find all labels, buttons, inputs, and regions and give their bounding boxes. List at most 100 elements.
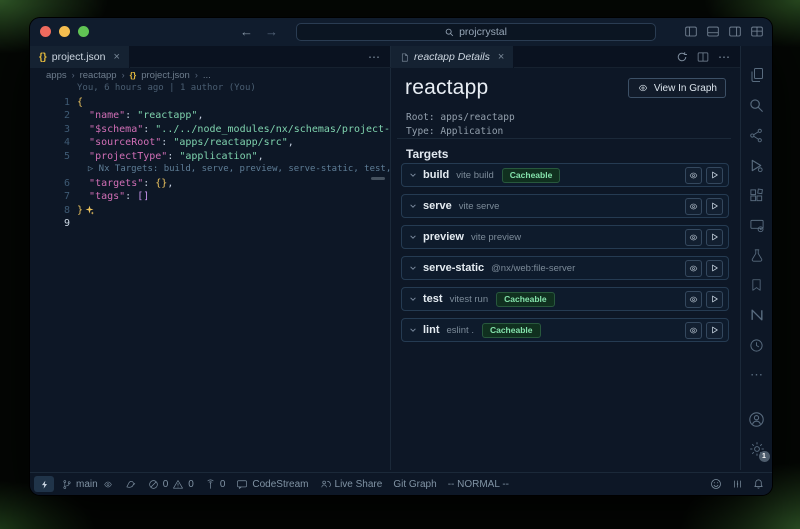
code-line[interactable]: 9: [30, 217, 390, 231]
chevron-down-icon[interactable]: [409, 264, 417, 272]
bookmarks-icon[interactable]: [741, 270, 773, 300]
vim-mode-indicator[interactable]: -- NORMAL --: [448, 479, 509, 490]
chevron-down-icon[interactable]: [409, 171, 417, 179]
codestream-status[interactable]: CodeStream: [236, 479, 308, 490]
maximize-window-button[interactable]: [78, 26, 89, 37]
target-row[interactable]: preview vite preview: [401, 225, 729, 249]
target-row[interactable]: serve-static @nx/web:file-server: [401, 256, 729, 280]
view-target-button[interactable]: [685, 322, 702, 339]
code-line-content: "tags": []: [70, 190, 149, 204]
breadcrumb-item[interactable]: project.json: [141, 70, 190, 81]
view-target-button[interactable]: [685, 260, 702, 277]
view-target-button[interactable]: [685, 229, 702, 246]
tab-project-json[interactable]: {} project.json ×: [30, 46, 130, 68]
nav-forward-icon[interactable]: →: [265, 24, 278, 39]
code-editor[interactable]: You, 6 hours ago | 1 author (You)1{2 "na…: [30, 82, 390, 470]
view-target-button[interactable]: [685, 167, 702, 184]
run-target-button[interactable]: [706, 322, 723, 339]
toggle-panel-icon[interactable]: [706, 25, 720, 38]
more-actions-icon[interactable]: ⋯: [718, 50, 730, 64]
ai-sparkle-icon[interactable]: [83, 205, 94, 216]
run-target-button[interactable]: [706, 260, 723, 277]
code-line[interactable]: 3 "$schema": "../../node_modules/nx/sche…: [30, 123, 390, 137]
remote-indicator[interactable]: [34, 476, 54, 492]
json-file-icon: {}: [130, 70, 137, 80]
source-control-icon[interactable]: [741, 120, 773, 150]
breadcrumb-item[interactable]: apps: [46, 70, 67, 81]
code-line[interactable]: 7 "tags": []: [30, 190, 390, 204]
live-share-status[interactable]: Live Share: [320, 479, 383, 490]
more-views-icon[interactable]: ⋯: [741, 360, 773, 390]
toggle-secondary-sidebar-icon[interactable]: [728, 25, 742, 38]
run-target-button[interactable]: [706, 229, 723, 246]
code-line[interactable]: 4 "sourceRoot": "apps/reactapp/src",: [30, 136, 390, 150]
target-row[interactable]: serve vite serve: [401, 194, 729, 218]
view-target-button[interactable]: [685, 198, 702, 215]
toggle-sidebar-icon[interactable]: [684, 25, 698, 38]
code-line[interactable]: 5 "projectType": "application",: [30, 150, 390, 164]
bird-status-icon[interactable]: [125, 479, 137, 490]
breadcrumb-item[interactable]: reactapp: [80, 70, 117, 81]
chevron-down-icon[interactable]: [409, 233, 417, 241]
remote-explorer-icon[interactable]: [741, 210, 773, 240]
run-debug-icon[interactable]: [741, 150, 773, 180]
eye-icon: [688, 233, 699, 242]
eye-icon: [688, 171, 699, 180]
close-tab-icon[interactable]: ×: [114, 51, 120, 63]
blame-line[interactable]: You, 6 hours ago | 1 author (You): [30, 82, 390, 96]
view-in-graph-button[interactable]: View In Graph: [628, 78, 726, 98]
live-share-label: Live Share: [335, 479, 383, 490]
command-center-search[interactable]: projcrystal: [296, 23, 656, 41]
view-target-button[interactable]: [685, 291, 702, 308]
tab-reactapp-details[interactable]: reactapp Details ×: [391, 46, 514, 68]
eye-icon: [102, 480, 114, 489]
settings-gear-icon[interactable]: 1: [741, 434, 773, 464]
target-row[interactable]: build vite build Cacheable: [401, 163, 729, 187]
tab-bar: {} project.json × ⋯ reactapp Details × ⋯: [30, 46, 772, 68]
target-row[interactable]: test vitest run Cacheable: [401, 287, 729, 311]
code-line[interactable]: 8}: [30, 204, 390, 218]
status-bars-icon[interactable]: [732, 478, 743, 490]
ports-status[interactable]: 0: [205, 479, 226, 490]
testing-flask-icon[interactable]: [741, 240, 773, 270]
minimize-window-button[interactable]: [59, 26, 70, 37]
nx-console-icon[interactable]: [741, 300, 773, 330]
run-target-button[interactable]: [706, 291, 723, 308]
extensions-icon[interactable]: [741, 180, 773, 210]
run-target-button[interactable]: [706, 167, 723, 184]
line-number: 3: [30, 123, 70, 137]
code-line[interactable]: 6 "targets": {},: [30, 177, 390, 191]
more-actions-icon[interactable]: ⋯: [368, 50, 380, 64]
customize-layout-icon[interactable]: [750, 25, 764, 38]
account-icon[interactable]: [741, 404, 773, 434]
close-window-button[interactable]: [40, 26, 51, 37]
chevron-down-icon[interactable]: [409, 202, 417, 210]
run-target-button[interactable]: [706, 198, 723, 215]
history-clock-icon[interactable]: [741, 330, 773, 360]
code-line[interactable]: 2 "name": "reactapp",: [30, 109, 390, 123]
chevron-down-icon[interactable]: [409, 295, 417, 303]
feedback-smiley-icon[interactable]: [710, 478, 722, 490]
chevron-down-icon[interactable]: [409, 326, 417, 334]
git-branch-status[interactable]: main: [62, 479, 114, 490]
problems-status[interactable]: 0 0: [148, 479, 194, 490]
refresh-icon[interactable]: [676, 51, 688, 63]
split-editor-icon[interactable]: [697, 51, 709, 63]
search-icon[interactable]: [741, 90, 773, 120]
git-graph-status[interactable]: Git Graph: [393, 479, 436, 490]
radio-tower-icon: [205, 479, 216, 490]
lens-line[interactable]: ▷ Nx Targets: build, serve, preview, ser…: [30, 163, 390, 177]
close-tab-icon[interactable]: ×: [498, 51, 504, 63]
code-line-content: "name": "reactapp",: [70, 109, 203, 123]
code-line[interactable]: 1{: [30, 96, 390, 110]
eye-icon: [688, 202, 699, 211]
scrollbar-decoration[interactable]: [371, 177, 385, 180]
target-row[interactable]: lint eslint . Cacheable: [401, 318, 729, 342]
explorer-icon[interactable]: [741, 60, 773, 90]
nav-back-icon[interactable]: ←: [240, 24, 253, 39]
breadcrumb-item[interactable]: ...: [203, 70, 211, 81]
editor-group-right-tabs: reactapp Details × ⋯: [390, 46, 740, 67]
notifications-bell-icon[interactable]: [753, 478, 764, 490]
breadcrumb-separator: ›: [195, 70, 198, 80]
search-query-text: projcrystal: [459, 26, 507, 38]
